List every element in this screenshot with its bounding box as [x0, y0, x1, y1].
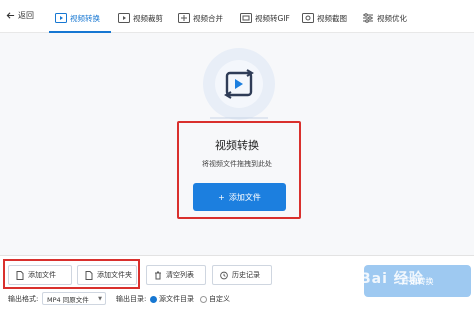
trash-icon	[155, 271, 161, 279]
radio-unchecked-icon	[200, 295, 207, 303]
drop-title: 视频转换	[215, 139, 259, 152]
video-convert-icon	[55, 13, 67, 23]
file-icon	[85, 270, 93, 280]
tab-video-merge[interactable]: 视频合并	[178, 7, 223, 29]
clock-icon	[220, 271, 228, 279]
top-toolbar: 返回 视频转换 视频裁剪 视频合并 视频转GIF 视频截图 视频优化	[0, 0, 474, 33]
add-folder-label: 添加文件夹	[97, 271, 132, 279]
tab-label: 视频优化	[377, 13, 407, 23]
tab-label: 视频转换	[70, 13, 100, 23]
radio-checked-icon	[150, 295, 157, 303]
tab-label: 视频转GIF	[255, 13, 290, 23]
video-crop-icon	[118, 13, 130, 23]
tab-label: 视频截图	[317, 13, 347, 23]
baidu-watermark: Bai 经验	[360, 271, 424, 287]
add-file-button-main[interactable]: + 添加文件	[193, 183, 286, 211]
radio-custom-dir[interactable]: 自定义	[200, 294, 230, 304]
clear-list-label: 清空列表	[166, 271, 194, 279]
back-button[interactable]: 返回	[6, 10, 34, 21]
gif-icon	[240, 13, 252, 23]
tab-label: 视频裁剪	[133, 13, 163, 23]
tab-video-to-gif[interactable]: 视频转GIF	[240, 7, 290, 29]
output-format-label: 输出格式:	[8, 295, 39, 303]
output-dir-label: 输出目录:	[116, 295, 147, 303]
add-file-label: 添加文件	[28, 271, 56, 279]
back-label: 返回	[18, 11, 34, 20]
history-button[interactable]: 历史记录	[212, 265, 272, 285]
arrow-left-icon	[6, 12, 15, 19]
tab-video-convert[interactable]: 视频转换	[55, 7, 100, 29]
screenshot-icon	[302, 13, 314, 23]
sliders-icon	[363, 13, 373, 23]
tab-video-optimize[interactable]: 视频优化	[362, 7, 407, 29]
tab-video-screenshot[interactable]: 视频截图	[302, 7, 347, 29]
radio-label: 源文件目录	[159, 295, 194, 303]
plus-icon: +	[218, 192, 225, 202]
add-file-button[interactable]: 添加文件	[8, 265, 72, 285]
clear-list-button[interactable]: 清空列表	[146, 265, 206, 285]
video-convert-illustration	[203, 48, 275, 120]
add-folder-button[interactable]: 添加文件夹	[77, 265, 137, 285]
tab-video-crop[interactable]: 视频裁剪	[118, 7, 163, 29]
chevron-down-icon: ▼	[98, 296, 102, 302]
add-file-label: 添加文件	[228, 192, 261, 202]
history-label: 历史记录	[232, 271, 260, 279]
tab-label: 视频合并	[193, 13, 223, 23]
file-icon	[16, 270, 24, 280]
output-format-value: MP4 同原文件	[47, 295, 89, 304]
video-merge-icon	[178, 13, 190, 23]
radio-source-dir[interactable]: 源文件目录	[150, 294, 194, 304]
output-format-select[interactable]: MP4 同原文件 ▼	[42, 292, 106, 305]
drop-subtitle: 将视频文件拖拽到此处	[202, 160, 272, 168]
radio-label: 自定义	[209, 295, 230, 303]
